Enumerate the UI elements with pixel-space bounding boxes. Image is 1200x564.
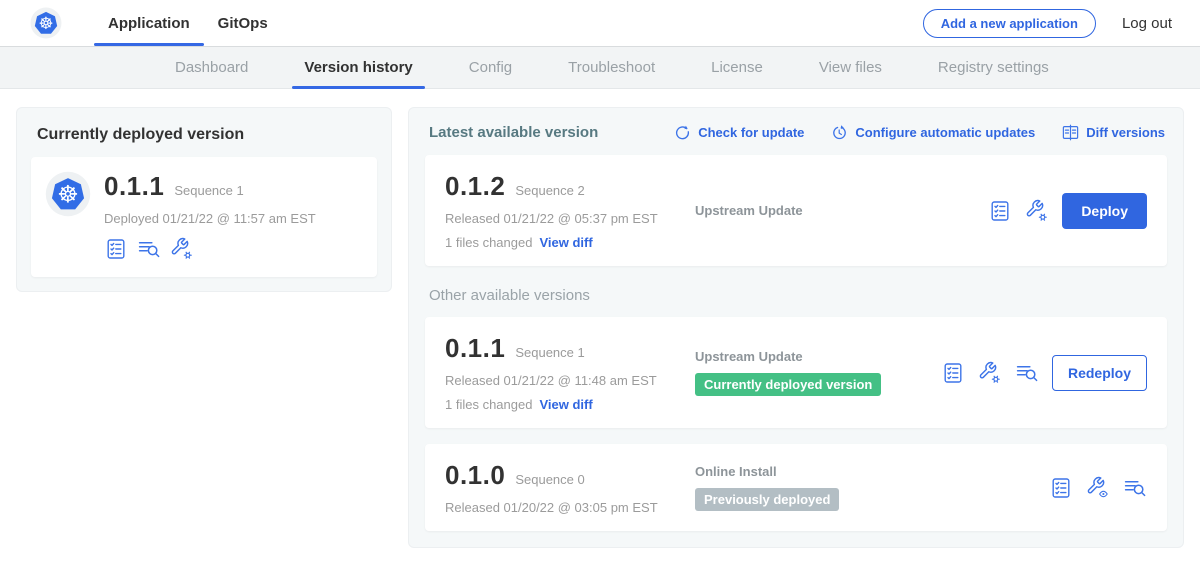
diff-versions-label: Diff versions [1086, 125, 1165, 140]
preflight-results-icon[interactable] [1123, 476, 1147, 500]
subnav-label-view-files: View files [819, 59, 882, 76]
preflight-results-icon[interactable] [137, 237, 161, 261]
release-notes-icon[interactable] [104, 237, 128, 261]
version-number: 0.1.0 [445, 460, 505, 491]
version-source: Online Install [695, 464, 1035, 479]
deployed-version-number: 0.1.1 [104, 171, 164, 202]
subnav-item-version-history[interactable]: Version history [292, 47, 424, 88]
refresh-icon [673, 123, 692, 142]
release-notes-icon[interactable] [1049, 476, 1073, 500]
tab-gitops-label: GitOps [218, 15, 268, 32]
kubernetes-logo-icon [30, 7, 62, 39]
subnav-item-config[interactable]: Config [457, 47, 524, 88]
tab-application[interactable]: Application [94, 0, 204, 46]
files-changed: 1 files changed [445, 235, 532, 250]
configure-automatic-updates-link[interactable]: Configure automatic updates [830, 123, 1035, 142]
view-diff-link[interactable]: View diff [539, 235, 592, 250]
edit-config-icon[interactable] [170, 237, 194, 261]
version-actions-column [1049, 476, 1147, 500]
view-diff-link[interactable]: View diff [539, 397, 592, 412]
currently-deployed-panel: Currently deployed version 0.1.1 Sequenc… [16, 107, 392, 292]
schedule-update-icon [830, 123, 849, 142]
files-changed: 1 files changed [445, 397, 532, 412]
top-nav: Application GitOps Add a new application… [0, 0, 1200, 46]
check-for-update-link[interactable]: Check for update [673, 123, 804, 142]
version-card-0-1-2: 0.1.2 Sequence 2 Released 01/21/22 @ 05:… [425, 155, 1167, 266]
deployed-timestamp: Deployed 01/21/22 @ 11:57 am EST [104, 211, 316, 226]
version-info: 0.1.0 Sequence 0 Released 01/20/22 @ 03:… [445, 460, 695, 515]
version-actions-column: Deploy [988, 193, 1147, 229]
topnav-tabs: Application GitOps [94, 0, 282, 46]
subnav-label-troubleshoot: Troubleshoot [568, 59, 655, 76]
app-sub-nav: Dashboard Version history Config Trouble… [0, 46, 1200, 89]
deploy-button[interactable]: Deploy [1062, 193, 1147, 229]
version-card-0-1-1: 0.1.1 Sequence 1 Released 01/21/22 @ 11:… [425, 317, 1167, 428]
currently-deployed-badge: Currently deployed version [695, 373, 881, 396]
diff-icon [1061, 123, 1080, 142]
version-source: Upstream Update [695, 203, 974, 218]
tab-gitops[interactable]: GitOps [204, 0, 282, 46]
version-number: 0.1.2 [445, 171, 505, 202]
version-number: 0.1.1 [445, 333, 505, 364]
edit-config-icon[interactable] [1025, 199, 1049, 223]
configure-automatic-updates-label: Configure automatic updates [855, 125, 1035, 140]
latest-version-header: Latest available version [429, 124, 598, 141]
available-versions-panel: Latest available version Check for updat… [408, 107, 1184, 548]
subnav-item-license[interactable]: License [699, 47, 775, 88]
subnav-item-dashboard[interactable]: Dashboard [163, 47, 260, 88]
app-kubernetes-logo-icon [45, 171, 91, 217]
subnav-label-dashboard: Dashboard [175, 59, 248, 76]
tab-application-label: Application [108, 15, 190, 32]
version-source-column: Online Install Previously deployed [695, 464, 1035, 511]
logout-link[interactable]: Log out [1122, 15, 1172, 32]
version-sequence: Sequence 0 [515, 472, 584, 487]
previously-deployed-badge: Previously deployed [695, 488, 839, 511]
latest-version-header-row: Latest available version Check for updat… [429, 123, 1165, 142]
version-sequence: Sequence 1 [515, 345, 584, 360]
preflight-results-icon[interactable] [1015, 361, 1039, 385]
release-notes-icon[interactable] [941, 361, 965, 385]
version-card-0-1-0: 0.1.0 Sequence 0 Released 01/20/22 @ 03:… [425, 444, 1167, 531]
view-config-icon[interactable] [1086, 476, 1110, 500]
release-notes-icon[interactable] [988, 199, 1012, 223]
version-source-column: Upstream Update Currently deployed versi… [695, 349, 927, 396]
deployed-version-card: 0.1.1 Sequence 1 Deployed 01/21/22 @ 11:… [31, 157, 377, 277]
version-actions-column: Redeploy [941, 355, 1147, 391]
released-timestamp: Released 01/21/22 @ 05:37 pm EST [445, 211, 695, 226]
deployed-sequence: Sequence 1 [174, 183, 243, 198]
subnav-item-view-files[interactable]: View files [807, 47, 894, 88]
version-info: 0.1.2 Sequence 2 Released 01/21/22 @ 05:… [445, 171, 695, 250]
edit-config-icon[interactable] [978, 361, 1002, 385]
subnav-label-config: Config [469, 59, 512, 76]
released-timestamp: Released 01/20/22 @ 03:05 pm EST [445, 500, 695, 515]
version-source: Upstream Update [695, 349, 927, 364]
deployed-panel-title: Currently deployed version [37, 126, 377, 144]
subnav-item-registry-settings[interactable]: Registry settings [926, 47, 1061, 88]
subnav-label-license: License [711, 59, 763, 76]
subnav-label-registry-settings: Registry settings [938, 59, 1049, 76]
version-info: 0.1.1 Sequence 1 Released 01/21/22 @ 11:… [445, 333, 695, 412]
diff-versions-link[interactable]: Diff versions [1061, 123, 1165, 142]
other-versions-header: Other available versions [429, 287, 1165, 304]
add-application-button[interactable]: Add a new application [923, 9, 1096, 38]
main-content: Currently deployed version 0.1.1 Sequenc… [0, 89, 1200, 548]
deployed-version-details: 0.1.1 Sequence 1 Deployed 01/21/22 @ 11:… [104, 171, 316, 261]
version-source-column: Upstream Update [695, 203, 974, 218]
check-for-update-label: Check for update [698, 125, 804, 140]
version-actions: Check for update Configure automatic upd… [673, 123, 1165, 142]
redeploy-button[interactable]: Redeploy [1052, 355, 1147, 391]
released-timestamp: Released 01/21/22 @ 11:48 am EST [445, 373, 695, 388]
subnav-item-troubleshoot[interactable]: Troubleshoot [556, 47, 667, 88]
subnav-label-version-history: Version history [304, 59, 412, 76]
version-sequence: Sequence 2 [515, 183, 584, 198]
